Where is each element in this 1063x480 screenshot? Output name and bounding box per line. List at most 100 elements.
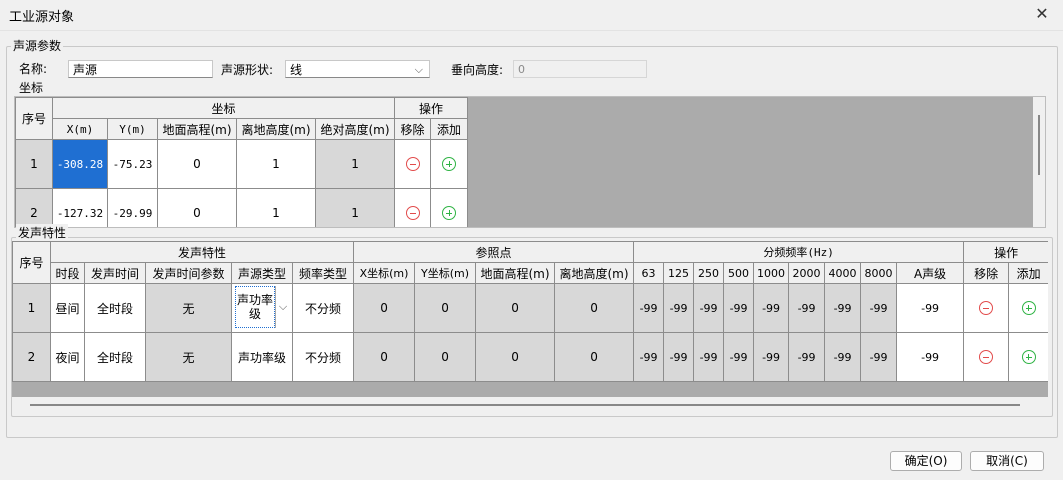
emission-cell-ftype[interactable]: 不分频 — [291, 332, 355, 382]
emission-cell-param: 无 — [145, 283, 232, 333]
emission-cell-period[interactable]: 昼间 — [50, 283, 85, 333]
name-input[interactable]: 声源 — [68, 60, 213, 78]
emission-row-index: 1 — [12, 283, 51, 333]
emission-cell-f8000: -99 — [860, 332, 898, 382]
emission-header-ref: 参照点 — [353, 241, 635, 263]
emission-cell-f250: -99 — [693, 283, 725, 333]
emission-cell-ftype[interactable]: 不分频 — [291, 283, 355, 333]
emission-header-index: 序号 — [12, 241, 51, 284]
coords-cell-x[interactable]: -127.32 — [52, 188, 108, 227]
coords-col-abs: 绝对高度(m) — [314, 118, 396, 140]
title-bar: 工业源对象 ✕ — [0, 0, 1063, 31]
shape-label: 声源形状: — [221, 63, 274, 77]
emission-cell-param: 无 — [145, 332, 232, 382]
emission-table-area: 序号 发声特性 参照点 分频频率(Hz) 操作 时段 发声时间 发声时间参数 声… — [12, 241, 1048, 413]
emission-col-refh: 离地高度(m) — [554, 262, 635, 284]
emission-col-f4000: 4000 — [824, 262, 862, 284]
emission-col-refg: 地面高程(m) — [475, 262, 556, 284]
emission-cell-f4000: -99 — [824, 283, 862, 333]
coords-cell-ground[interactable]: 0 — [157, 188, 237, 227]
coords-row-index: 1 — [15, 139, 53, 189]
add-row-button[interactable] — [430, 139, 469, 189]
ok-button[interactable]: 确定(O) — [890, 451, 962, 471]
emission-hscroll-thumb[interactable] — [30, 404, 1020, 406]
coords-cell-ground[interactable]: 0 — [157, 139, 237, 189]
table-row: 1 -308.28 -75.23 0 1 1 — [15, 139, 469, 189]
coords-cell-abs: 1 — [314, 188, 396, 227]
emission-col-period: 时段 — [50, 262, 85, 284]
coords-empty-area — [466, 97, 1033, 227]
emission-cell-refg: 0 — [475, 283, 556, 333]
emission-hscroll[interactable] — [12, 397, 1048, 413]
emission-col-f125: 125 — [663, 262, 695, 284]
remove-row-button[interactable] — [394, 188, 432, 227]
add-row-button[interactable] — [430, 188, 469, 227]
emission-cell-refx: 0 — [353, 283, 416, 333]
add-row-button[interactable] — [1008, 283, 1048, 333]
coords-header-index: 序号 — [15, 97, 53, 140]
coords-col-add: 添加 — [430, 118, 469, 140]
emission-cell-f500: -99 — [723, 283, 755, 333]
emission-col-stype: 声源类型 — [231, 262, 293, 284]
coords-cell-above[interactable]: 1 — [236, 188, 316, 227]
emission-cell-period[interactable]: 夜间 — [50, 332, 85, 382]
close-icon[interactable]: ✕ — [1031, 3, 1053, 25]
coords-table-area: 序号 坐标 操作 X(m) Y(m) 地面高程(m) 离地高度(m) 绝对高度(… — [14, 96, 1046, 228]
remove-row-button[interactable] — [963, 332, 1010, 382]
coords-cell-abs: 1 — [314, 139, 396, 189]
coords-cell-x[interactable]: -308.28 — [52, 139, 108, 189]
emission-header-ops: 操作 — [963, 241, 1048, 263]
chevron-down-icon: ⌵ — [414, 63, 423, 76]
emission-cell-time[interactable]: 全时段 — [84, 283, 146, 333]
coords-cell-y[interactable]: -75.23 — [107, 139, 158, 189]
cancel-button[interactable]: 取消(C) — [970, 451, 1044, 471]
remove-circle-icon — [405, 206, 420, 221]
coords-vscroll-thumb[interactable] — [1038, 115, 1040, 175]
coords-header-coord: 坐标 — [51, 97, 396, 119]
source-type-value: 声功率级 — [235, 286, 275, 328]
remove-circle-icon — [979, 301, 994, 316]
coords-col-y: Y(m) — [107, 118, 158, 140]
emission-empty-row — [12, 381, 1048, 397]
emission-header-freq: 分频频率(Hz) — [633, 241, 965, 263]
coords-cell-above[interactable]: 1 — [236, 139, 316, 189]
table-row: 2 夜间 全时段 无 声功率级 不分频 0 0 0 0 -99 -99 -99 … — [12, 332, 1048, 382]
coords-row-index: 2 — [15, 188, 53, 227]
height-input: 0 — [513, 60, 647, 78]
emission-col-f8000: 8000 — [860, 262, 898, 284]
emission-col-param: 发声时间参数 — [145, 262, 232, 284]
coords-col-remove: 移除 — [394, 118, 432, 140]
emission-cell-refh: 0 — [554, 283, 635, 333]
emission-cell-refy: 0 — [414, 332, 477, 382]
table-row: 1 昼间 全时段 无 声功率级 ⌵ 不分频 0 0 0 0 -99 -99 -9… — [12, 283, 1048, 333]
source-type-select[interactable]: 声功率级 ⌵ — [231, 283, 293, 333]
emission-cell-f125: -99 — [663, 332, 695, 382]
window-title: 工业源对象 — [9, 10, 75, 25]
remove-row-button[interactable] — [394, 139, 432, 189]
add-row-button[interactable] — [1008, 332, 1048, 382]
emission-col-ftype: 频率类型 — [291, 262, 355, 284]
coords-col-x: X(m) — [52, 118, 108, 140]
emission-cell-f1000: -99 — [753, 332, 790, 382]
emission-cell-alevel[interactable]: -99 — [896, 283, 965, 333]
emission-cell-refg: 0 — [475, 332, 556, 382]
emission-col-refx: X坐标(m) — [353, 262, 416, 284]
shape-select-value: 线 — [290, 63, 303, 77]
emission-cell-time[interactable]: 全时段 — [84, 332, 146, 382]
chevron-down-icon: ⌵ — [275, 286, 290, 328]
emission-cell-f63: -99 — [633, 283, 665, 333]
emission-cell-f8000: -99 — [860, 283, 898, 333]
emission-cell-stype[interactable]: 声功率级 — [231, 332, 293, 382]
shape-select[interactable]: 线 ⌵ — [285, 60, 430, 78]
emission-cell-refx: 0 — [353, 332, 416, 382]
emission-col-f63: 63 — [633, 262, 665, 284]
coords-vscroll[interactable] — [1033, 97, 1045, 227]
remove-row-button[interactable] — [963, 283, 1010, 333]
coords-group-label: 坐标 — [19, 81, 44, 95]
remove-circle-icon — [405, 157, 420, 172]
emission-cell-alevel[interactable]: -99 — [896, 332, 965, 382]
coords-cell-y[interactable]: -29.99 — [107, 188, 158, 227]
emission-col-time: 发声时间 — [84, 262, 146, 284]
add-circle-icon — [442, 157, 457, 172]
emission-cell-f4000: -99 — [824, 332, 862, 382]
